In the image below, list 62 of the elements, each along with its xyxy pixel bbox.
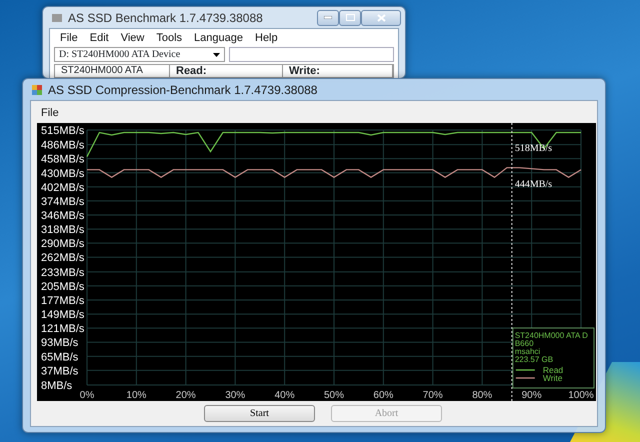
menu-item[interactable]: Edit: [84, 30, 115, 46]
axis-label: 262MB/s: [41, 252, 84, 264]
menu-item[interactable]: Tools: [150, 30, 188, 46]
drive-dropdown[interactable]: D: ST240HM000 ATA Device: [54, 47, 225, 62]
axis-label: 90%: [522, 390, 542, 401]
axis-label: 0%: [80, 390, 94, 401]
legend-text: msahci: [514, 347, 540, 356]
axis-label: 346MB/s: [41, 210, 84, 222]
axis-label: 486MB/s: [41, 140, 84, 152]
axis-label: 40%: [274, 390, 295, 401]
app-icon: [51, 12, 63, 24]
menu-item[interactable]: File: [35, 105, 65, 123]
axis-label: 458MB/s: [41, 154, 84, 166]
legend-text: ST240HM000 ATA D: [514, 331, 588, 340]
axis-label: 93MB/s: [41, 337, 78, 350]
column-header: ST240HM000 ATA: [55, 65, 170, 77]
axis-label: 149MB/s: [41, 309, 84, 322]
axis-label: 70%: [422, 390, 443, 401]
value-label: 444MB/s: [514, 179, 552, 190]
menu-item[interactable]: Language: [188, 30, 249, 46]
axis-label: 515MB/s: [41, 125, 84, 137]
column-header: Write:: [283, 65, 393, 77]
input-field[interactable]: [228, 47, 394, 62]
start-button[interactable]: Start: [204, 405, 315, 422]
axis-label: 8MB/s: [41, 380, 72, 392]
menu-item[interactable]: File: [54, 30, 84, 46]
axis-label: 318MB/s: [41, 224, 84, 236]
caret-icon: [212, 52, 220, 56]
axis-label: 205MB/s: [41, 280, 84, 293]
axis-label: 65MB/s: [41, 351, 78, 364]
axis-label: 10%: [126, 390, 146, 401]
minimize-icon: [324, 16, 332, 19]
axis-label: 60%: [373, 390, 394, 401]
maximize-button[interactable]: [339, 10, 361, 26]
minimize-button[interactable]: [317, 10, 339, 26]
axis-label: 37MB/s: [41, 365, 78, 378]
axis-label: 177MB/s: [41, 295, 84, 307]
legend-text: B660: [514, 339, 534, 348]
menu-item[interactable]: View: [114, 30, 150, 46]
window-title: AS SSD Benchmark 1.7.4739.38088: [68, 10, 263, 26]
menu-item[interactable]: Help: [249, 30, 284, 46]
legend-text: Write: [542, 373, 563, 383]
axis-label: 50%: [324, 390, 344, 401]
legend-text: 223.57 GB: [514, 355, 554, 364]
axis-label: 80%: [472, 390, 492, 401]
app-icon: [31, 84, 43, 96]
axis-label: 402MB/s: [41, 182, 84, 194]
value-label: 518MB/s: [514, 143, 552, 154]
close-button[interactable]: [361, 10, 401, 26]
close-icon: [376, 14, 386, 22]
window-title: AS SSD Compression-Benchmark 1.7.4739.38088: [48, 82, 318, 98]
legend-text: Read: [542, 365, 564, 375]
axis-label: 30%: [225, 390, 246, 401]
axis-label: 121MB/s: [41, 323, 84, 336]
axis-label: 100%: [568, 390, 594, 401]
axis-label: 374MB/s: [41, 196, 84, 208]
maximize-icon: [346, 14, 354, 21]
axis-label: 20%: [176, 390, 196, 401]
axis-label: 233MB/s: [41, 266, 84, 279]
column-header: Read:: [170, 65, 283, 77]
axis-label: 430MB/s: [41, 168, 84, 180]
axis-label: 290MB/s: [41, 238, 84, 250]
